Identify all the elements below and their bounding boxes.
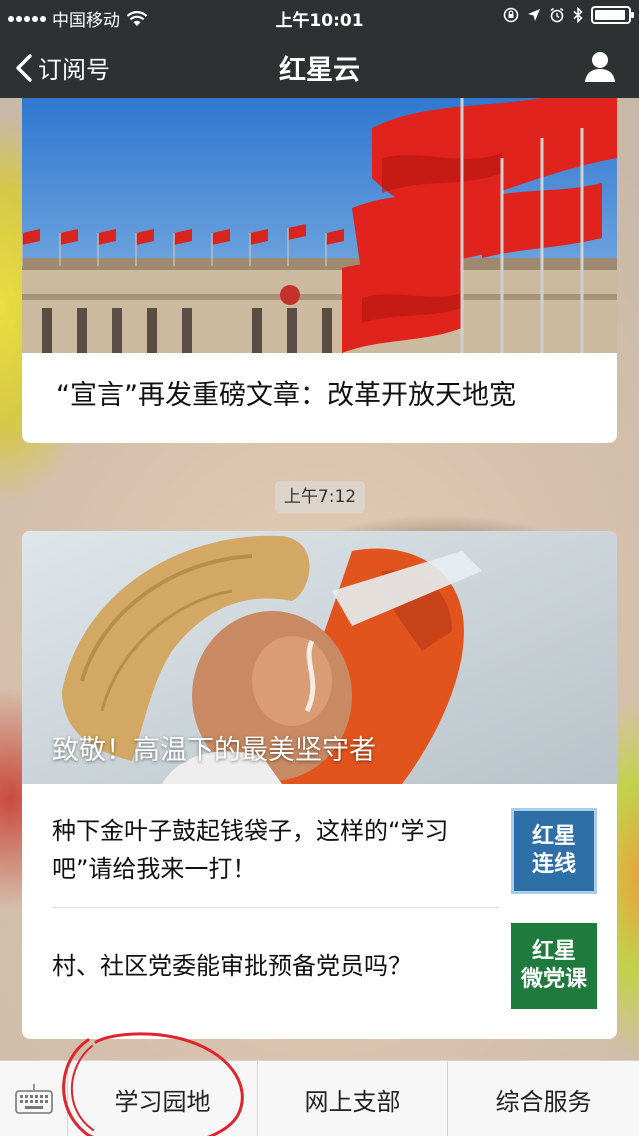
list-item-title[interactable]: 种下金叶子鼓起钱袋子，这样的“学习吧”请给我来一打！ — [52, 812, 482, 888]
battery-icon — [591, 6, 634, 24]
menu-button-services[interactable]: 综合服务 — [448, 1061, 639, 1136]
article-cover-image — [22, 98, 617, 353]
menu-button-branch[interactable]: 网上支部 — [258, 1061, 448, 1136]
thumbnail-line: 红星 — [531, 939, 576, 964]
article-card-2[interactable]: 致敬！高温下的最美坚守者 种下金叶子鼓起钱袋子，这样的“学习吧”请给我来一打！ … — [22, 531, 617, 1039]
thumbnail-line: 连线 — [531, 852, 576, 877]
divider — [52, 907, 499, 908]
page-title: 红星云 — [279, 55, 360, 86]
article-title[interactable]: “宣言”再发重磅文章：改革开放天地宽 — [56, 373, 516, 412]
location-icon — [528, 9, 540, 21]
thumbnail-line: 红星 — [531, 824, 576, 849]
keyboard-icon — [14, 1084, 53, 1114]
article-card-1[interactable]: “宣言”再发重磅文章：改革开放天地宽 — [22, 98, 617, 443]
bluetooth-icon — [573, 7, 583, 23]
thumbnail-line: 微党课 — [520, 967, 587, 992]
list-item-thumbnail: 红星 微党课 — [511, 923, 597, 1009]
list-item[interactable]: 种下金叶子鼓起钱袋子，这样的“学习吧”请给我来一打！ 红星 连线 — [52, 806, 597, 901]
alarm-icon — [550, 7, 564, 23]
headline-title[interactable]: 致敬！高温下的最美坚守者 — [52, 728, 376, 767]
nav-bar: 订阅号 红星云 — [0, 34, 639, 98]
keyboard-toggle-button[interactable] — [0, 1061, 68, 1136]
status-bar: 中国移动 上午10:01 — [0, 0, 639, 34]
list-item[interactable]: 村、社区党委能审批预备党员吗？ 红星 微党课 — [52, 923, 597, 1018]
message-timestamp: 上午7:12 — [275, 481, 365, 513]
list-item-thumbnail: 红星 连线 — [511, 808, 597, 894]
bottom-menu-bar: 学习园地 网上支部 综合服务 — [0, 1060, 639, 1136]
list-item-title[interactable]: 村、社区党委能审批预备党员吗？ — [52, 947, 482, 985]
profile-icon[interactable] — [583, 50, 617, 84]
rotation-lock-icon — [503, 7, 519, 23]
menu-button-study[interactable]: 学习园地 — [68, 1061, 258, 1136]
status-right — [503, 6, 634, 24]
